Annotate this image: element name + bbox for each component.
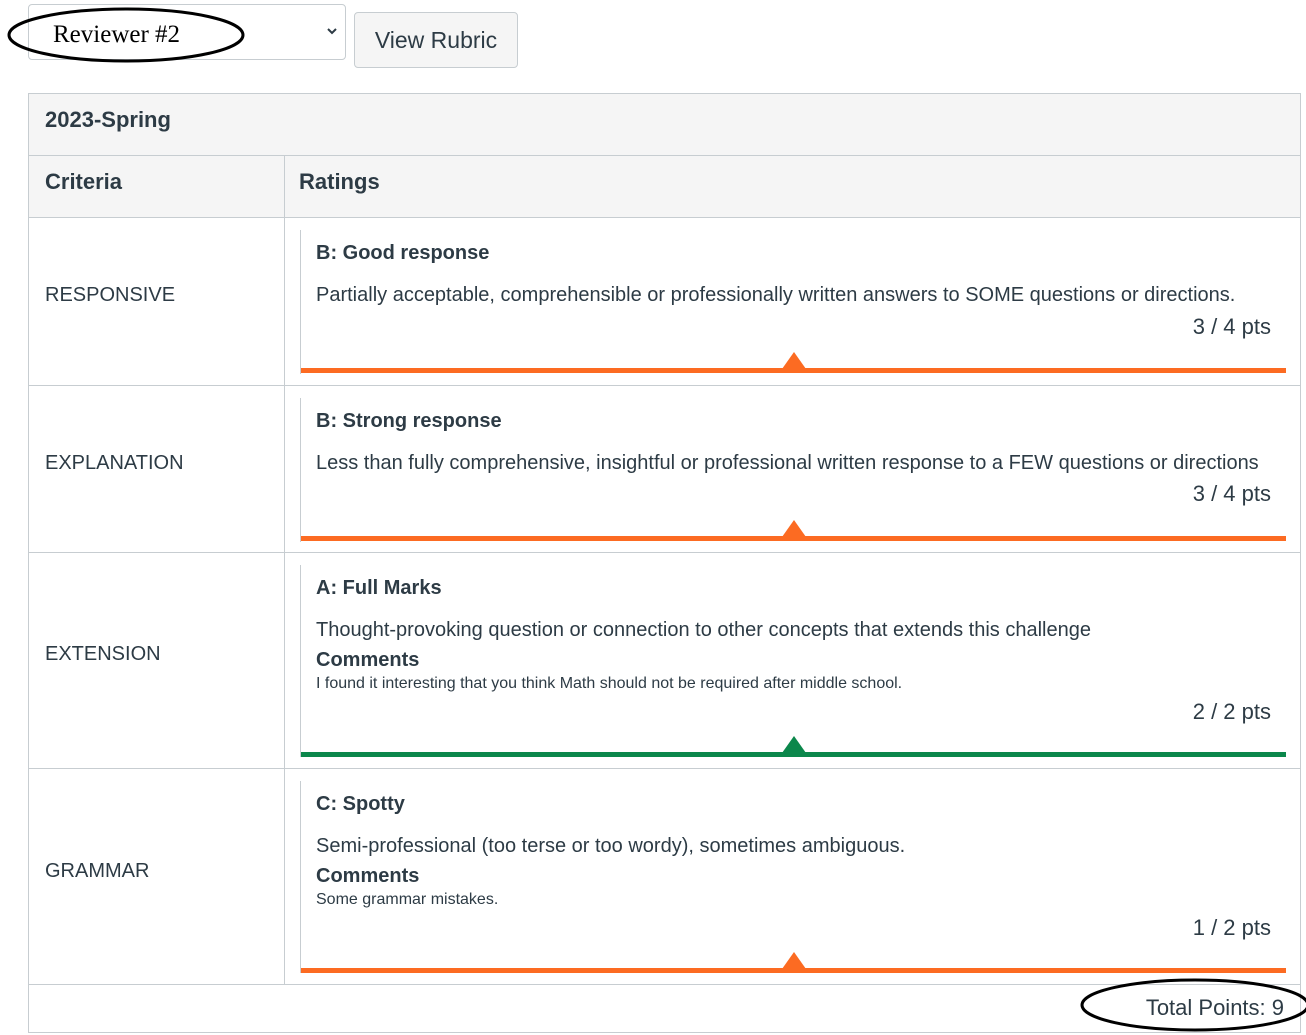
rubric-table: 2023-Spring Criteria Ratings RESPONSIVE … [28, 93, 1306, 1035]
rubric-row-extension: EXTENSION A: Full Marks Thought-provokin… [29, 553, 1300, 769]
rating-card[interactable]: B: Good response Partially acceptable, c… [300, 230, 1286, 374]
rating-title: C: Spotty [316, 793, 405, 815]
total-row: Total Points: 9 [29, 978, 1306, 1035]
rating-description: Thought-provoking question or connection… [316, 619, 1091, 641]
selected-marker-icon [782, 352, 806, 369]
rating-points: 3 / 4 pts [1192, 314, 1271, 339]
reviewer-select-value: Reviewer #2 [53, 21, 181, 48]
rubric-row-explanation: EXPLANATION B: Strong response Less than… [29, 386, 1300, 553]
criterion-cell: GRAMMAR [29, 769, 285, 984]
selected-marker-icon [782, 952, 806, 969]
comments-label: Comments [316, 649, 420, 671]
ratings-header: Ratings [285, 156, 1300, 218]
selected-marker-icon [782, 520, 806, 537]
rating-title: B: Good response [316, 242, 490, 264]
comments-label: Comments [316, 865, 420, 887]
rating-bar [301, 968, 1286, 973]
comment-text: Some grammar mistakes. [316, 891, 499, 908]
criterion-cell: EXTENSION [29, 553, 285, 768]
rating-points: 1 / 2 pts [1192, 915, 1271, 940]
view-rubric-button[interactable]: View Rubric [354, 12, 518, 68]
rating-bar [301, 368, 1286, 373]
criterion-label: EXPLANATION [45, 452, 184, 474]
rating-card[interactable]: B: Strong response Less than fully compr… [300, 398, 1286, 542]
rating-card[interactable]: C: Spotty Semi-professional (too terse o… [300, 781, 1286, 973]
rating-card[interactable]: A: Full Marks Thought-provoking question… [300, 565, 1286, 757]
rating-title: B: Strong response [316, 410, 502, 432]
rating-bar [301, 752, 1286, 757]
rating-points: 3 / 4 pts [1192, 481, 1271, 506]
rating-description: Less than fully comprehensive, insightfu… [316, 452, 1259, 474]
rating-description: Partially acceptable, comprehensible or … [316, 284, 1236, 306]
comment-text: I found it interesting that you think Ma… [316, 675, 903, 692]
rating-description: Semi-professional (too terse or too word… [316, 835, 906, 857]
rubric-title: 2023-Spring [29, 94, 1300, 156]
criterion-label: RESPONSIVE [45, 284, 176, 306]
criterion-label: GRAMMAR [45, 860, 150, 882]
rating-bar [301, 536, 1286, 541]
rubric-row-responsive: RESPONSIVE B: Good response Partially ac… [29, 218, 1300, 386]
criterion-label: EXTENSION [45, 643, 161, 665]
rating-title: A: Full Marks [316, 577, 442, 599]
top-bar: Reviewer #2 View Rubric [0, 0, 1306, 80]
criterion-cell: RESPONSIVE [29, 218, 285, 385]
criterion-cell: EXPLANATION [29, 386, 285, 552]
total-points: Total Points: 9 [1145, 995, 1284, 1020]
chevron-down-icon [327, 28, 337, 35]
selected-marker-icon [782, 736, 806, 753]
rating-points: 2 / 2 pts [1192, 699, 1271, 724]
rubric-row-grammar: GRAMMAR C: Spotty Semi-professional (too… [29, 769, 1300, 985]
criteria-header: Criteria [29, 156, 285, 218]
reviewer-select[interactable]: Reviewer #2 [28, 4, 346, 60]
